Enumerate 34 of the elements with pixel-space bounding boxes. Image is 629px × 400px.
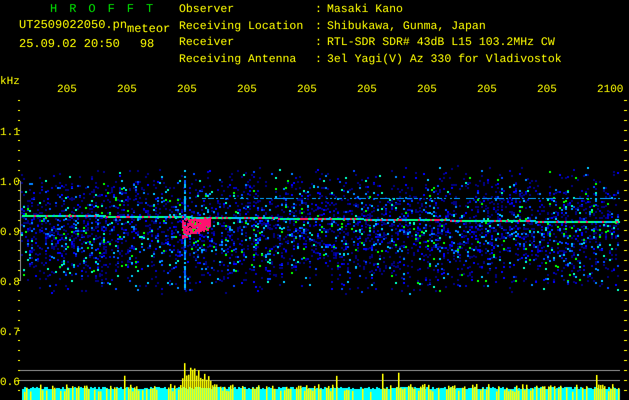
y-axis-label: 0.6 <box>0 377 20 389</box>
y-axis-label: 0.9 <box>0 227 20 239</box>
event-tag: meteor <box>127 23 170 36</box>
app-title: H R O F F T <box>50 1 156 16</box>
count-value: 98 <box>140 37 154 51</box>
info-label: Receiver <box>179 37 236 51</box>
y-axis-label: 0.8 <box>0 277 20 289</box>
info-separator: : <box>315 54 323 68</box>
info-separator: : <box>315 20 323 34</box>
y-axis-label: 1.0 <box>0 177 20 189</box>
y-axis-label: 0.7 <box>0 327 20 339</box>
x-axis-label: 205 <box>57 84 77 96</box>
x-axis-label: 205 <box>477 84 497 96</box>
x-axis-label: 205 <box>417 84 437 96</box>
x-axis-label: 205 <box>357 84 377 96</box>
x-axis-label: 205 <box>537 84 557 96</box>
info-separator: : <box>315 37 323 51</box>
x-axis-label: 205 <box>297 84 317 96</box>
info-value: Masaki Kano <box>327 4 404 18</box>
info-separator: : <box>315 4 323 18</box>
x-axis-label: 2100 <box>597 84 624 96</box>
info-value: Shibukawa, Gunma, Japan <box>327 20 487 34</box>
axis-unit: kHz <box>0 76 20 88</box>
info-value: 3el Yagi(V) Az 330 for Vladivostok <box>327 54 562 68</box>
info-value: RTL-SDR SDR# 43dB L15 103.2MHz CW <box>327 37 556 51</box>
x-axis-label: 205 <box>117 84 137 96</box>
x-axis-label: 205 <box>237 84 257 96</box>
x-axis-label: 205 <box>177 84 197 96</box>
timestamp: 25.09.02 20:50 <box>19 37 120 51</box>
info-label: Observer <box>179 4 236 18</box>
y-axis-label: 1.1 <box>0 127 20 139</box>
filename: UT2509022050.pn <box>19 18 128 32</box>
info-label: Receiving Location <box>179 20 304 34</box>
info-label: Receiving Antenna <box>179 54 298 68</box>
